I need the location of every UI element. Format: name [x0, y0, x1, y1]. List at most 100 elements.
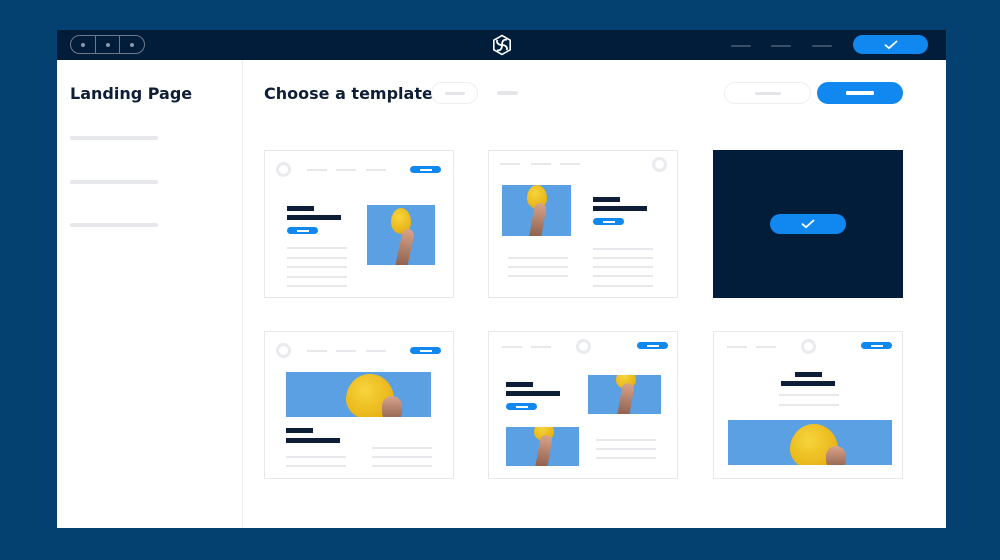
text-placeholder — [508, 275, 568, 277]
text-placeholder — [287, 276, 347, 278]
heading-placeholder — [506, 382, 533, 387]
template-card-3-selected[interactable] — [713, 150, 903, 298]
text-placeholder — [596, 448, 656, 450]
nav-placeholder — [531, 346, 551, 348]
text-placeholder — [508, 257, 568, 259]
window-control-button[interactable] — [96, 36, 121, 53]
window-control-button[interactable] — [120, 36, 144, 53]
text-placeholder — [286, 465, 346, 467]
text-placeholder — [596, 457, 656, 459]
text-placeholder — [596, 439, 656, 441]
text-placeholder — [779, 404, 839, 406]
nav-placeholder — [502, 346, 522, 348]
lemon-image — [506, 427, 579, 466]
select-template-button[interactable] — [770, 214, 846, 234]
text-placeholder — [287, 247, 347, 249]
heading-placeholder — [287, 206, 314, 211]
cta-placeholder — [410, 166, 441, 173]
text-placeholder — [508, 266, 568, 268]
template-card-1[interactable] — [264, 150, 454, 298]
confirm-button[interactable] — [853, 35, 928, 54]
text-placeholder — [287, 257, 347, 259]
nav-placeholder — [336, 350, 356, 352]
cta-placeholder — [861, 342, 892, 349]
window-control-button[interactable] — [71, 36, 96, 53]
checkmark-icon — [801, 219, 815, 229]
primary-button[interactable] — [817, 82, 903, 104]
text-placeholder — [779, 394, 839, 396]
heading-placeholder — [781, 381, 835, 386]
cta-placeholder — [287, 227, 318, 234]
cta-placeholder — [593, 218, 624, 225]
text-placeholder — [593, 275, 653, 277]
text-placeholder — [372, 447, 432, 449]
nav-placeholder — [500, 163, 520, 165]
logo-placeholder — [276, 162, 291, 177]
logo-placeholder — [801, 339, 816, 354]
cta-placeholder — [506, 403, 537, 410]
sidebar-item-2[interactable] — [70, 180, 158, 184]
sidebar: Landing Page — [57, 60, 243, 528]
text-placeholder — [593, 285, 653, 287]
page-title: Choose a template — [264, 84, 433, 103]
nav-placeholder — [756, 346, 776, 348]
template-card-2[interactable] — [488, 150, 678, 298]
sidebar-item-3[interactable] — [70, 223, 158, 227]
window-controls — [70, 35, 145, 54]
nav-placeholder — [531, 163, 551, 165]
app-window: Landing Page Choose a template — [57, 30, 946, 528]
template-card-5[interactable] — [488, 331, 678, 479]
nav-placeholder — [307, 350, 327, 352]
heading-placeholder — [286, 438, 340, 443]
text-placeholder — [372, 456, 432, 458]
lemon-banner-image — [728, 420, 892, 465]
nav-placeholder — [366, 169, 386, 171]
dot-icon — [80, 42, 85, 47]
tab-label-placeholder — [444, 91, 465, 95]
swirl-logo-icon — [492, 34, 512, 56]
text-placeholder — [287, 266, 347, 268]
template-card-4[interactable] — [264, 331, 454, 479]
lemon-image — [588, 375, 661, 414]
logo-placeholder — [576, 339, 591, 354]
heading-placeholder — [593, 206, 647, 211]
tab-pill[interactable] — [431, 82, 478, 104]
dot-icon — [130, 42, 135, 47]
lemon-image — [367, 205, 435, 265]
text-placeholder — [593, 248, 653, 250]
nav-placeholder — [307, 169, 327, 171]
nav-placeholder — [336, 169, 356, 171]
lemon-image — [502, 185, 571, 236]
heading-placeholder — [593, 197, 620, 202]
lemon-banner-image — [286, 372, 431, 417]
text-placeholder — [593, 257, 653, 259]
heading-placeholder — [506, 391, 560, 396]
dot-icon — [105, 42, 110, 47]
logo-placeholder — [276, 343, 291, 358]
menu-item-1[interactable] — [731, 45, 751, 47]
sidebar-item-1[interactable] — [70, 136, 158, 140]
menu-item-3[interactable] — [812, 45, 832, 47]
text-placeholder — [593, 266, 653, 268]
checkmark-icon — [884, 40, 897, 49]
button-label-placeholder — [846, 91, 874, 95]
nav-placeholder — [366, 350, 386, 352]
logo-placeholder — [652, 157, 667, 172]
text-placeholder — [286, 456, 346, 458]
sidebar-title: Landing Page — [70, 84, 193, 103]
nav-placeholder — [560, 163, 580, 165]
text-placeholder — [372, 465, 432, 467]
heading-placeholder — [286, 428, 313, 433]
cta-placeholder — [410, 347, 441, 354]
secondary-button[interactable] — [724, 82, 811, 104]
heading-placeholder — [287, 215, 341, 220]
tab-plain[interactable] — [497, 91, 518, 95]
text-placeholder — [287, 285, 347, 287]
template-card-6[interactable] — [713, 331, 903, 479]
button-label-placeholder — [754, 91, 781, 95]
nav-placeholder — [727, 346, 747, 348]
heading-placeholder — [795, 372, 822, 377]
menu-item-2[interactable] — [771, 45, 791, 47]
cta-placeholder — [637, 342, 668, 349]
titlebar — [57, 30, 946, 60]
